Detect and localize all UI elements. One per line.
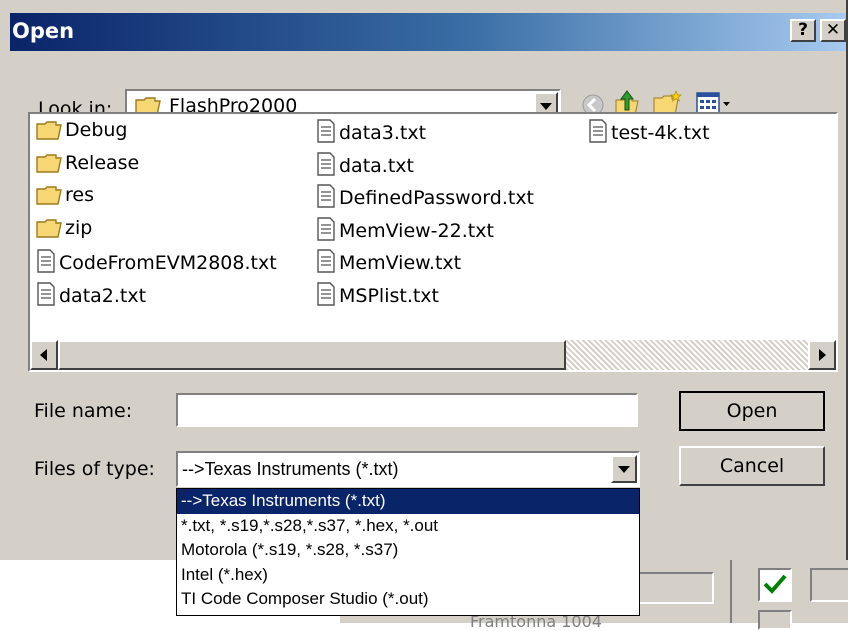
background-checkbox[interactable] (758, 568, 792, 602)
file-name: data2.txt (59, 284, 147, 307)
list-item[interactable]: data3.txt (316, 119, 426, 144)
text-file-icon (317, 151, 335, 176)
file-name: DefinedPassword.txt (339, 187, 535, 209)
file-name: zip (65, 216, 93, 239)
folder-icon (36, 121, 62, 140)
arrow-right-icon (819, 349, 826, 361)
background-field-2 (810, 568, 848, 602)
text-file-icon (317, 216, 335, 241)
list-item[interactable]: CodeFromEVM2808.txt (36, 249, 277, 274)
text-file-icon (37, 281, 55, 306)
files-of-type-value: -->Texas Instruments (*.txt) (182, 459, 399, 479)
checkmark-icon (763, 574, 787, 594)
horizontal-scrollbar[interactable] (30, 340, 836, 370)
text-file-icon (317, 281, 335, 306)
file-name: Debug (65, 119, 128, 141)
open-button[interactable]: Open (679, 391, 825, 431)
background-divider (730, 560, 732, 623)
file-list[interactable]: Debug Release res zip CodeFromEVM2808.txt dat… (28, 112, 838, 372)
files-of-type-dropdown-button[interactable] (611, 455, 637, 483)
file-name: MemView-22.txt (339, 219, 494, 242)
text-file-icon (317, 184, 335, 208)
file-name: data3.txt (339, 122, 427, 144)
folder-icon (36, 153, 62, 173)
file-type-option[interactable]: TI Code Composer Studio (*.out) (177, 587, 639, 612)
list-item[interactable]: DefinedPassword.txt (316, 184, 534, 209)
file-type-option[interactable]: Intel (*.hex) (177, 563, 639, 588)
dialog-title: Open (12, 19, 75, 43)
list-item[interactable]: MemView.txt (316, 249, 461, 274)
cancel-button[interactable]: Cancel (679, 446, 825, 486)
text-file-icon (317, 249, 335, 273)
file-type-option[interactable]: -->Texas Instruments (*.txt) (177, 489, 639, 514)
file-name: MemView.txt (339, 252, 462, 274)
list-item[interactable]: MSPlist.txt (316, 281, 440, 307)
list-item[interactable]: MemView-22.txt (316, 216, 494, 242)
folder-icon (36, 186, 62, 205)
list-item[interactable]: zip (36, 217, 92, 239)
scroll-track[interactable] (566, 340, 808, 370)
file-name: CodeFromEVM2808.txt (59, 252, 277, 274)
file-type-option[interactable]: *.txt, *.s19,*.s28,*.s37, *.hex, *.out (177, 514, 639, 539)
file-name: data.txt (339, 154, 414, 177)
file-name: MSPlist.txt (339, 284, 440, 307)
files-of-type-dropdown-list[interactable]: -->Texas Instruments (*.txt) *.txt, *.s1… (176, 488, 640, 616)
file-name-input[interactable] (176, 393, 638, 427)
list-item[interactable]: test-4k.txt (588, 119, 710, 144)
file-type-option[interactable]: Motorola (*.s19, *.s28, *.s37) (177, 538, 639, 563)
scroll-left-button[interactable] (30, 340, 58, 370)
title-bar[interactable]: Open ? ✕ (10, 13, 846, 51)
help-button[interactable]: ? (790, 19, 816, 42)
close-button[interactable]: ✕ (820, 19, 846, 42)
folder-icon (36, 218, 62, 238)
text-file-icon (37, 249, 55, 273)
list-item[interactable]: data.txt (316, 151, 414, 177)
file-name: Release (65, 151, 140, 174)
files-of-type-combobox[interactable]: -->Texas Instruments (*.txt) (176, 451, 640, 487)
scroll-right-button[interactable] (808, 340, 836, 370)
file-name-label: File name: (34, 400, 133, 422)
list-item[interactable]: res (36, 184, 94, 206)
chevron-down-icon (618, 466, 630, 473)
open-button-label: Open (726, 400, 778, 422)
file-name: res (65, 184, 94, 206)
scroll-thumb[interactable] (58, 340, 566, 370)
list-item[interactable]: data2.txt (36, 281, 147, 307)
cancel-button-label: Cancel (719, 455, 785, 477)
list-item[interactable]: Release (36, 152, 139, 174)
open-dialog: Open ? ✕ Look in: FlashPro2000 Debug Rele… (0, 0, 848, 560)
text-file-icon (317, 119, 335, 143)
list-item[interactable]: Debug (36, 119, 127, 141)
background-checkbox-2[interactable] (758, 610, 792, 630)
files-of-type-label: Files of type: (34, 458, 155, 480)
arrow-left-icon (40, 349, 47, 361)
text-file-icon (589, 119, 607, 143)
file-name: test-4k.txt (611, 122, 710, 144)
